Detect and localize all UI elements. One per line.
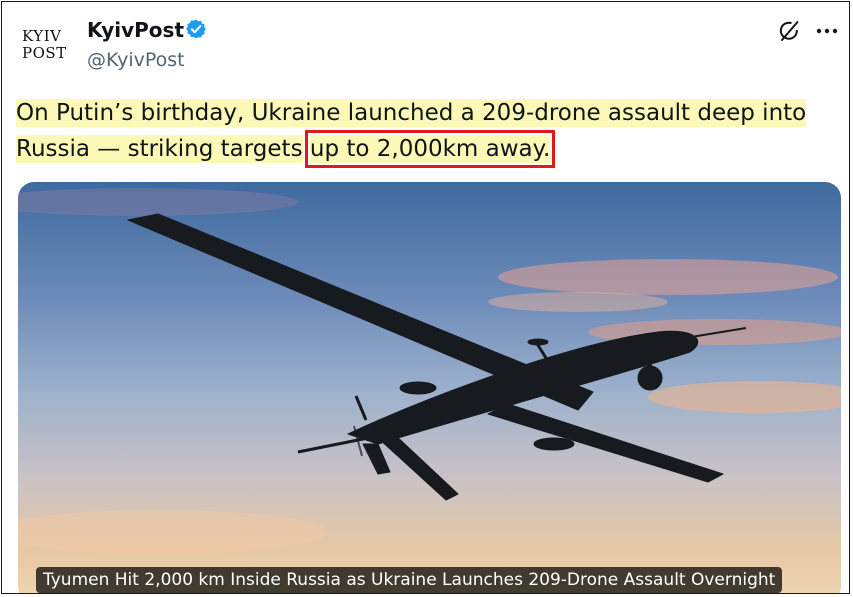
post-text-boxed-annotation: up to 2,000km away. [304, 130, 556, 168]
media-caption: Tyumen Hit 2,000 km Inside Russia as Ukr… [36, 567, 783, 593]
author-name[interactable]: KyivPost [87, 17, 184, 43]
verified-badge-icon [186, 19, 206, 39]
logo-line-2: POST [22, 44, 67, 62]
post-card: KYIV POST KyivPost @KyivPost On Putin’s … [1, 1, 850, 594]
post-text: On Putin’s birthday, Ukraine launched a … [16, 95, 831, 168]
kyivpost-avatar[interactable]: KYIV POST [22, 28, 70, 64]
post-header: KYIV POST KyivPost @KyivPost [2, 2, 849, 82]
drone-scene-image [18, 188, 841, 554]
post-media-image[interactable]: Tyumen Hit 2,000 km Inside Russia as Ukr… [18, 182, 841, 593]
author-handle[interactable]: @KyivPost [87, 48, 185, 72]
more-options-icon[interactable] [814, 19, 840, 43]
grok-icon[interactable] [777, 19, 801, 43]
logo-line-1: KYIV [22, 27, 62, 45]
